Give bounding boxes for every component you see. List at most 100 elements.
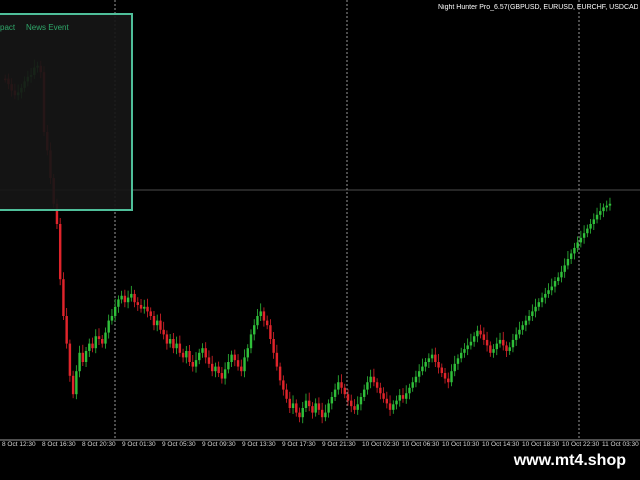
candle-body [392, 404, 395, 410]
candle-body [547, 290, 550, 294]
candle-body [107, 320, 110, 333]
candle-body [269, 325, 272, 339]
candle-body [602, 207, 605, 212]
candle-body [527, 316, 531, 321]
watermark-label: www.mt4.shop [505, 450, 634, 472]
candle-body [149, 311, 152, 316]
candle-body [417, 371, 421, 377]
candle-body [317, 403, 321, 410]
candle-body [359, 396, 363, 405]
candle-body [388, 403, 392, 410]
candle-body [265, 320, 269, 326]
candle-body [573, 247, 576, 254]
candle-body [233, 354, 237, 361]
candle-body [223, 369, 227, 379]
candle-body [557, 277, 560, 282]
candle-body [531, 311, 534, 316]
candle-body [508, 347, 511, 351]
time-label: 10 Oct 02:30 [362, 441, 400, 448]
candle-body [120, 295, 123, 300]
candle-body [356, 404, 359, 410]
news-panel[interactable]: pact News Event [0, 13, 133, 211]
time-label: 8 Oct 20:30 [82, 441, 116, 448]
candle-body [466, 345, 469, 350]
time-label: 9 Oct 01:30 [122, 441, 156, 448]
candle-body [460, 352, 463, 359]
candle-body [337, 382, 340, 390]
news-col-event: News Event [26, 23, 69, 32]
candle-body [414, 376, 418, 383]
candle-body [424, 362, 427, 367]
candle-body [566, 258, 570, 266]
candle-body [152, 316, 156, 326]
candle-body [278, 366, 282, 381]
candle-body [372, 376, 376, 383]
candle-body [498, 339, 502, 344]
candle-body [450, 371, 453, 383]
candle-body [343, 387, 346, 395]
candle-body [253, 325, 256, 335]
candle-body [589, 224, 592, 229]
candle-body [256, 316, 259, 326]
candle-body [136, 302, 140, 305]
candle-body [104, 332, 107, 344]
candle-body [540, 297, 544, 303]
candle-body [188, 350, 191, 362]
time-label: 9 Oct 17:30 [282, 441, 316, 448]
candle-body [340, 382, 343, 388]
candle-body [434, 354, 437, 362]
candle-body [472, 336, 476, 342]
candle-body [191, 362, 194, 367]
candle-body [485, 339, 489, 346]
candle-body [521, 325, 524, 330]
candle-body [91, 343, 94, 349]
candle-body [553, 281, 557, 287]
time-label: 9 Oct 05:30 [162, 441, 196, 448]
candle-body [217, 366, 220, 374]
candle-body [582, 233, 586, 238]
candle-body [443, 373, 447, 379]
candle-body [201, 348, 204, 353]
candle-body [207, 357, 211, 364]
indicator-label: Night Hunter Pro_6.57(GBPUSD, EURUSD, EU… [438, 4, 638, 11]
candle-body [65, 316, 68, 344]
candle-body [288, 398, 292, 408]
candle-body [346, 394, 350, 401]
candle-body [220, 373, 224, 379]
candle-body [350, 400, 353, 407]
candle-body [282, 380, 285, 390]
candle-body [311, 406, 314, 413]
candle-body [324, 412, 327, 418]
candle-body [362, 389, 366, 397]
candle-body [576, 242, 579, 248]
candle-body [382, 393, 385, 399]
candle-body [463, 349, 466, 353]
candle-body [492, 349, 495, 353]
candle-body [295, 403, 298, 413]
time-label: 9 Oct 13:30 [242, 441, 276, 448]
candle-body [240, 366, 243, 372]
candle-body [514, 334, 518, 340]
candle-body [194, 360, 198, 367]
candle-body [123, 295, 127, 303]
candle-body [401, 395, 405, 399]
candle-body [524, 320, 528, 326]
candle-body [579, 237, 583, 243]
time-label: 8 Oct 16:30 [42, 441, 76, 448]
candle-body [130, 293, 133, 298]
candle-body [78, 352, 81, 372]
candle-body [550, 286, 553, 291]
candle-body [162, 329, 165, 335]
candle-body [537, 302, 541, 307]
candle-body [320, 409, 324, 418]
candle-body [181, 352, 185, 358]
candle-body [314, 403, 317, 413]
candle-body [544, 293, 547, 298]
candle-body [411, 382, 414, 388]
candle-body [304, 400, 308, 408]
candle-body [97, 336, 101, 339]
candle-body [560, 271, 563, 278]
candle-body [139, 304, 143, 309]
candle-body [534, 306, 537, 312]
candle-body [175, 343, 178, 349]
